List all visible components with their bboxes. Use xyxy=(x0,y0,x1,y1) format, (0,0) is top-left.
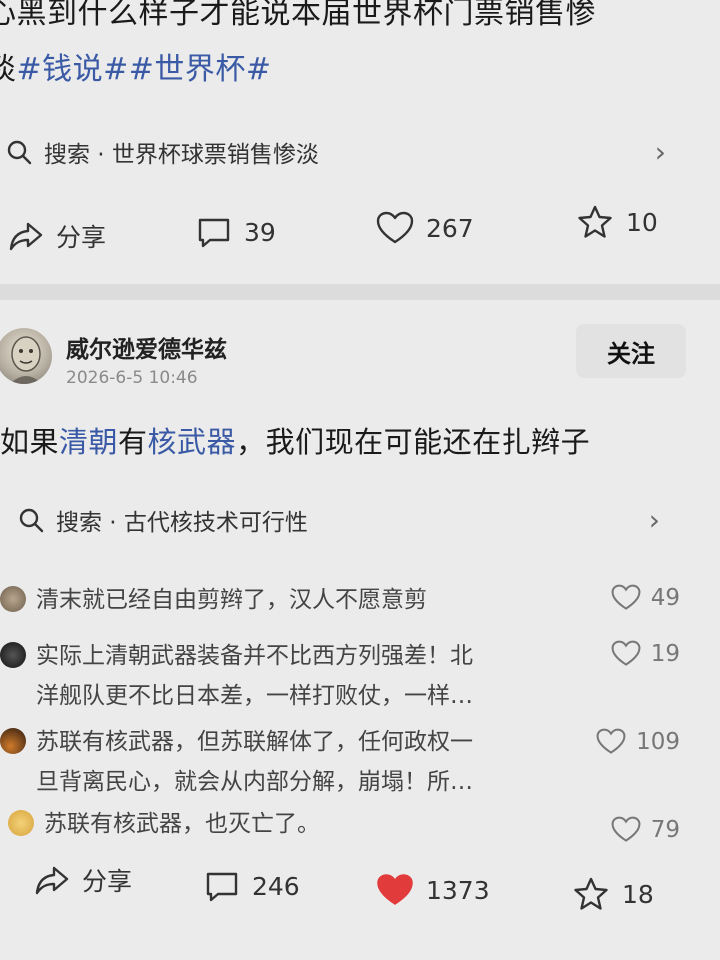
post2-text-after: ，我们现在可能还在扎辫子 xyxy=(236,425,591,459)
comment-text-line2: 洋舰队更不比日本差，一样打败仗，一样… xyxy=(36,683,473,709)
comment-like-button[interactable]: 19 xyxy=(611,640,680,667)
post2-comments-count: 246 xyxy=(252,871,300,901)
post2-search-text: 搜索 · 古代核技术可行性 xyxy=(56,510,308,536)
post2-like-button[interactable]: 1373 xyxy=(376,870,490,910)
heart-icon xyxy=(611,584,641,610)
commenter-avatar xyxy=(0,586,26,612)
share-icon xyxy=(35,866,69,895)
post2-text-mid: 有 xyxy=(118,425,148,459)
heart-icon xyxy=(611,640,641,666)
comment-text-line1: 清末就已经自由剪辫了，汉人不愿意剪 xyxy=(36,587,427,613)
post2-share-button[interactable]: 分享 xyxy=(34,860,132,900)
comment-like-button[interactable]: 49 xyxy=(611,584,680,611)
post2-search-suggestion[interactable]: 搜索 · 古代核技术可行性 › xyxy=(18,498,660,542)
post2-link-qing[interactable]: 清朝 xyxy=(59,425,118,459)
follow-button[interactable]: 关注 xyxy=(576,324,686,378)
share-icon xyxy=(9,222,43,251)
post1-text[interactable]: 心黑到什么样子才能说本届世界杯门票销售惨 淡#钱说##世界杯# xyxy=(0,0,720,98)
heart-icon xyxy=(377,874,413,905)
search-icon xyxy=(19,508,44,533)
avatar-portrait xyxy=(10,336,42,384)
post2-text[interactable]: 如果清朝有核武器，我们现在可能还在扎辫子 xyxy=(0,414,720,470)
post1-likes-count: 267 xyxy=(426,213,474,243)
post1-text-line2-prefix: 淡 xyxy=(0,52,17,87)
post1-search-suggestion[interactable]: 搜索 · 世界杯球票销售惨淡 › xyxy=(6,130,666,174)
comment-likes-count: 49 xyxy=(650,584,680,611)
star-icon xyxy=(578,205,612,238)
post2-text-before: 如果 xyxy=(0,425,60,459)
post2-share-label: 分享 xyxy=(82,867,133,896)
commenter-avatar xyxy=(0,642,26,668)
post1-like-button[interactable]: 267 xyxy=(376,208,474,248)
comment-icon xyxy=(198,218,230,248)
post2-likes-count: 1373 xyxy=(426,875,490,905)
post2-link-nuclear[interactable]: 核武器 xyxy=(148,425,237,459)
post-divider xyxy=(0,284,720,300)
post1-hashtags[interactable]: #钱说##世界杯# xyxy=(17,52,272,87)
chevron-right-icon: › xyxy=(648,503,660,537)
heart-icon xyxy=(611,816,641,842)
commenter-avatar xyxy=(0,728,26,754)
list-item[interactable]: 清末就已经自由剪辫了，汉人不愿意剪 49 xyxy=(0,580,680,620)
post1-comment-button[interactable]: 39 xyxy=(196,212,276,252)
star-icon xyxy=(574,877,608,910)
commenter-avatar xyxy=(8,810,34,836)
post2-favorites-count: 18 xyxy=(622,879,654,909)
comment-icon xyxy=(206,872,238,902)
post2-comment-button[interactable]: 246 xyxy=(204,866,300,906)
comment-like-button[interactable]: 79 xyxy=(611,816,680,843)
post1-share-button[interactable]: 分享 xyxy=(8,216,106,256)
comment-likes-count: 79 xyxy=(650,816,680,843)
post1-share-label: 分享 xyxy=(56,223,107,252)
post1-favorites-count: 10 xyxy=(626,207,658,237)
search-icon xyxy=(7,140,32,165)
comment-like-button[interactable]: 109 xyxy=(596,728,680,755)
post2-favorite-button[interactable]: 18 xyxy=(572,874,654,914)
comment-text-line1: 苏联有核武器，也灭亡了。 xyxy=(44,811,320,837)
chevron-right-icon: › xyxy=(654,135,666,169)
comment-likes-count: 19 xyxy=(650,640,680,667)
post1-comments-count: 39 xyxy=(244,217,276,247)
comment-text-line1: 实际上清朝武器装备并不比西方列强差！北 xyxy=(36,643,473,669)
post1-favorite-button[interactable]: 10 xyxy=(576,202,658,242)
post1-search-text: 搜索 · 世界杯球票销售惨淡 xyxy=(44,142,319,168)
comment-text-line1: 苏联有核武器，但苏联解体了，任何政权一 xyxy=(36,729,473,755)
comment-text-line2: 旦背离民心，就会从内部分解，崩塌！所… xyxy=(36,769,473,795)
post-timestamp: 2026-6-5 10:46 xyxy=(66,368,198,388)
comment-likes-count: 109 xyxy=(636,728,680,755)
post1-text-line1: 心黑到什么样子才能说本届世界杯门票销售惨 xyxy=(0,0,596,31)
heart-icon xyxy=(596,728,626,754)
list-item[interactable]: 实际上清朝武器装备并不比西方列强差！北 洋舰队更不比日本差，一样打败仗，一样… … xyxy=(0,636,680,716)
author-name[interactable]: 威尔逊爱德华兹 xyxy=(66,330,227,364)
list-item[interactable]: 苏联有核武器，也灭亡了。 79 xyxy=(8,804,680,844)
list-item[interactable]: 苏联有核武器，但苏联解体了，任何政权一 旦背离民心，就会从内部分解，崩塌！所… … xyxy=(0,722,680,802)
heart-icon xyxy=(376,211,414,244)
avatar[interactable] xyxy=(0,328,52,384)
post1-text-line2: 淡#钱说##世界杯# xyxy=(0,42,720,98)
